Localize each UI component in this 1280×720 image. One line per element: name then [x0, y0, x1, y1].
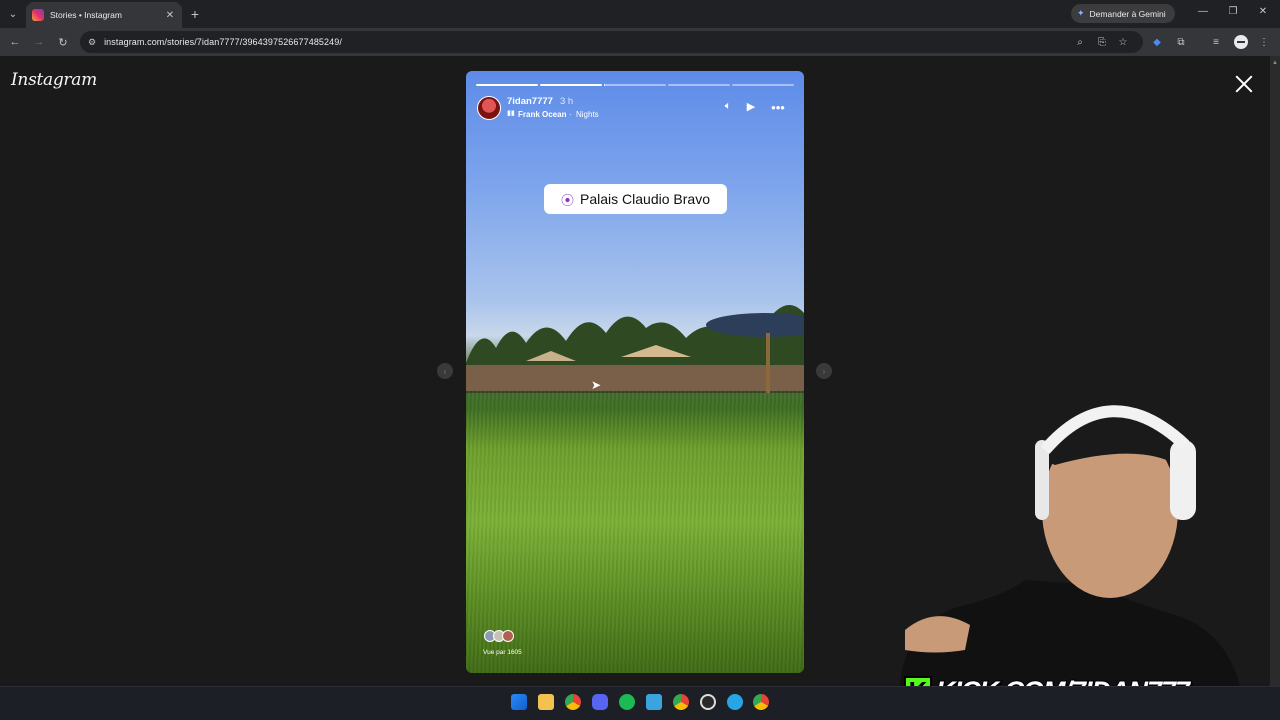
zoom-icon[interactable]: ⌕: [1073, 35, 1087, 49]
browser-toolbar: ← → ↻ ⚙ instagram.com/stories/7idan7777/…: [0, 28, 1280, 56]
story-author-avatar[interactable]: [477, 96, 501, 120]
windows-taskbar: [0, 686, 1280, 720]
mute-speaker-icon[interactable]: 🔈︎: [720, 100, 736, 113]
background-trees: [466, 305, 804, 393]
site-info-icon[interactable]: ⚙: [88, 37, 96, 48]
more-options-icon[interactable]: •••: [770, 100, 786, 115]
new-tab-plus-icon[interactable]: +: [188, 5, 202, 23]
location-sticker[interactable]: ⦿ Palais Claudio Bravo: [544, 184, 727, 214]
tab-close-icon[interactable]: ✕: [164, 10, 176, 21]
progress-segment: [732, 84, 794, 86]
discord-icon[interactable]: [592, 694, 608, 710]
progress-segment: [668, 84, 730, 86]
extensions-puzzle-icon[interactable]: ⧉: [1174, 35, 1188, 49]
tab-search-icon[interactable]: ⌄: [4, 5, 22, 23]
music-waveform-icon: ▮▮: [507, 110, 515, 117]
reload-icon[interactable]: ↻: [55, 34, 71, 50]
forward-arrow-icon[interactable]: →: [31, 34, 47, 50]
tab-instagram-stories[interactable]: Stories • Instagram ✕: [26, 2, 182, 28]
tab-strip: ⌄ Stories • Instagram ✕ + ✦ Demander à G…: [0, 0, 1280, 28]
story-timestamp: 3 h: [560, 96, 574, 107]
chrome-active-icon[interactable]: [753, 694, 769, 710]
music-separator: ·: [569, 110, 572, 119]
progress-segment: [540, 84, 602, 86]
minimize-icon[interactable]: —: [1196, 6, 1210, 17]
telegram-icon[interactable]: [727, 694, 743, 710]
windows-start-icon[interactable]: [511, 694, 527, 710]
profile-avatar-icon[interactable]: [1234, 35, 1248, 49]
gemini-button[interactable]: ✦ Demander à Gemini: [1071, 4, 1175, 23]
progress-segment: [476, 84, 538, 86]
story-progress-bars: [476, 84, 794, 86]
viewer-avatars[interactable]: [484, 630, 524, 644]
viewer-avatar: [502, 630, 514, 642]
file-explorer-icon[interactable]: [538, 694, 554, 710]
notepad-icon[interactable]: [646, 694, 662, 710]
location-name: Palais Claudio Bravo: [580, 191, 710, 207]
back-arrow-icon[interactable]: ←: [7, 34, 23, 50]
extension-shield-icon[interactable]: ◆: [1150, 35, 1164, 49]
gemini-label: Demander à Gemini: [1089, 8, 1166, 19]
spotify-icon[interactable]: [619, 694, 635, 710]
viewer-count[interactable]: Vue par 1605: [483, 649, 522, 656]
scroll-up-icon[interactable]: ▲: [1272, 60, 1278, 66]
music-artist[interactable]: Frank Ocean: [518, 110, 566, 119]
streamer-webcam: [900, 404, 1240, 686]
gemini-sparkle-icon: ✦: [1077, 8, 1085, 18]
close-story-icon[interactable]: [1232, 72, 1256, 96]
install-app-icon[interactable]: ⎘: [1095, 35, 1109, 49]
chrome-icon[interactable]: [565, 694, 581, 710]
restore-icon[interactable]: ❐: [1226, 6, 1240, 17]
mouse-cursor-icon: ➤: [591, 378, 602, 392]
address-bar[interactable]: ⚙ instagram.com/stories/7idan7777/396439…: [80, 31, 1143, 53]
bookmark-star-icon[interactable]: ☆: [1116, 35, 1130, 49]
media-controls-icon[interactable]: ≡: [1209, 35, 1223, 49]
story-username[interactable]: 7idan7777: [507, 96, 553, 107]
story-viewer[interactable]: 7idan7777 3 h ▮▮ Frank Ocean · Nights 🔈︎…: [466, 71, 804, 673]
obs-icon[interactable]: [700, 694, 716, 710]
previous-story-icon[interactable]: ‹: [437, 363, 453, 379]
location-pin-icon: ⦿: [561, 192, 575, 208]
instagram-logo[interactable]: Instagram: [11, 70, 97, 90]
progress-segment: [604, 84, 666, 86]
chrome-alt-icon[interactable]: [673, 694, 689, 710]
next-story-icon[interactable]: ›: [816, 363, 832, 379]
menu-dots-icon[interactable]: ⋮: [1257, 35, 1271, 49]
instagram-favicon-icon: [32, 9, 44, 21]
tab-title: Stories • Instagram: [50, 10, 122, 20]
play-icon[interactable]: ▶: [743, 100, 759, 113]
window-close-icon[interactable]: ✕: [1256, 6, 1270, 17]
url-text[interactable]: instagram.com/stories/7idan7777/39643975…: [104, 37, 342, 47]
music-song[interactable]: Nights: [576, 110, 599, 119]
